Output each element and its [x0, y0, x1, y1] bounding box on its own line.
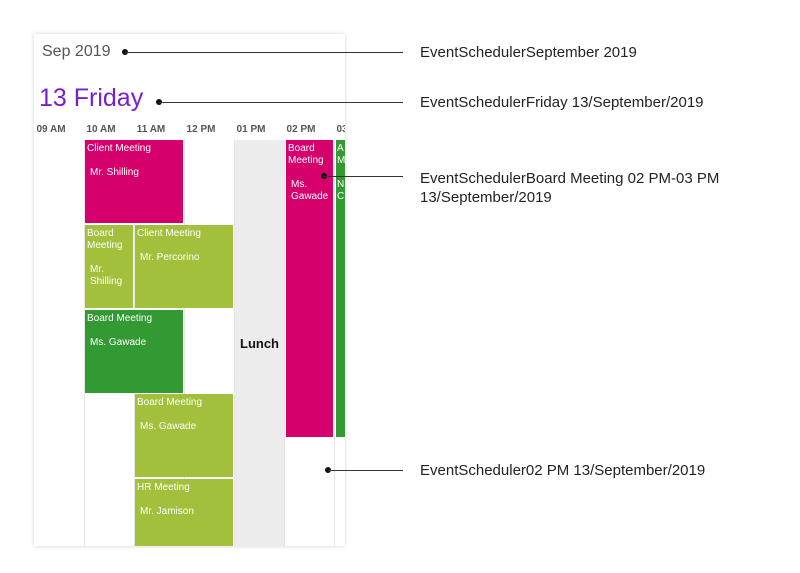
callout-appointment: EventSchedulerBoard Meeting 02 PM-03 PM … [420, 170, 720, 206]
appointment-subject: Client Meeting [87, 143, 151, 154]
appointment-subject: Board Meeting [87, 228, 123, 251]
appointment-subject: HR Meeting [137, 482, 190, 493]
callout-month: EventSchedulerSeptember 2019 [420, 44, 637, 61]
time-header: 03 PM [336, 124, 345, 135]
appointment-subject: A M [337, 143, 345, 166]
timeline-view[interactable]: 09 AM 10 AM 11 AM 12 PM 01 PM 02 PM 03 P… [34, 124, 345, 546]
hour-gridline [334, 139, 335, 546]
appointment-attendee: Ms. Gawade [291, 179, 329, 202]
appointment[interactable]: Board Meeting Ms. Gawade [135, 394, 233, 477]
appointment-attendee: Mr. Percorino [140, 252, 200, 263]
appointment-attendee: Mr. Shilling [90, 167, 139, 178]
appointment[interactable]: Board Meeting Mr. Shilling [85, 225, 133, 308]
appointment[interactable]: Board Meeting Ms. Gawade [85, 310, 183, 393]
month-header[interactable]: Sep 2019 [42, 43, 111, 61]
appointment[interactable]: Board Meeting Ms. Gawade [286, 140, 333, 437]
time-header: 10 AM [86, 124, 116, 135]
hour-gridline [284, 139, 285, 546]
day-header[interactable]: 13 Friday [39, 84, 143, 113]
callout-time-slot: EventScheduler02 PM 13/September/2019 [420, 462, 706, 479]
lunch-break-region: Lunch [235, 140, 284, 546]
appointment-attendee: Mr. Shilling [90, 264, 123, 287]
appointment-subject: Board Meeting [87, 313, 153, 324]
appointment[interactable]: A M N C [336, 140, 345, 437]
time-header: 09 AM [36, 124, 66, 135]
appointment-attendee: Ms. Gawade [90, 337, 147, 348]
time-header: 12 PM [186, 124, 216, 135]
appointment-subject: Board Meeting [288, 143, 324, 166]
appointment-attendee: Mr. Jamison [140, 506, 194, 517]
time-header: 01 PM [236, 124, 266, 135]
callout-line [324, 176, 403, 177]
callout-day: EventSchedulerFriday 13/September/2019 [420, 94, 704, 111]
appointment-attendee: N C [337, 179, 345, 202]
scheduler-panel: Sep 2019 13 Friday 09 AM 10 AM 11 AM 12 … [34, 34, 345, 546]
appointment[interactable]: HR Meeting Mr. Jamison [135, 479, 233, 546]
appointment-attendee: Ms. Gawade [140, 421, 197, 432]
callout-line [159, 102, 403, 103]
callout-line [125, 52, 403, 53]
lunch-label: Lunch [240, 335, 279, 351]
time-header: 11 AM [136, 124, 166, 135]
time-header: 02 PM [286, 124, 316, 135]
appointment-subject: Board Meeting [137, 397, 203, 408]
callout-line [328, 470, 403, 471]
appointment-subject: Client Meeting [137, 228, 201, 239]
appointment[interactable]: Client Meeting Mr. Percorino [135, 225, 233, 308]
appointment[interactable]: Client Meeting Mr. Shilling [85, 140, 183, 223]
